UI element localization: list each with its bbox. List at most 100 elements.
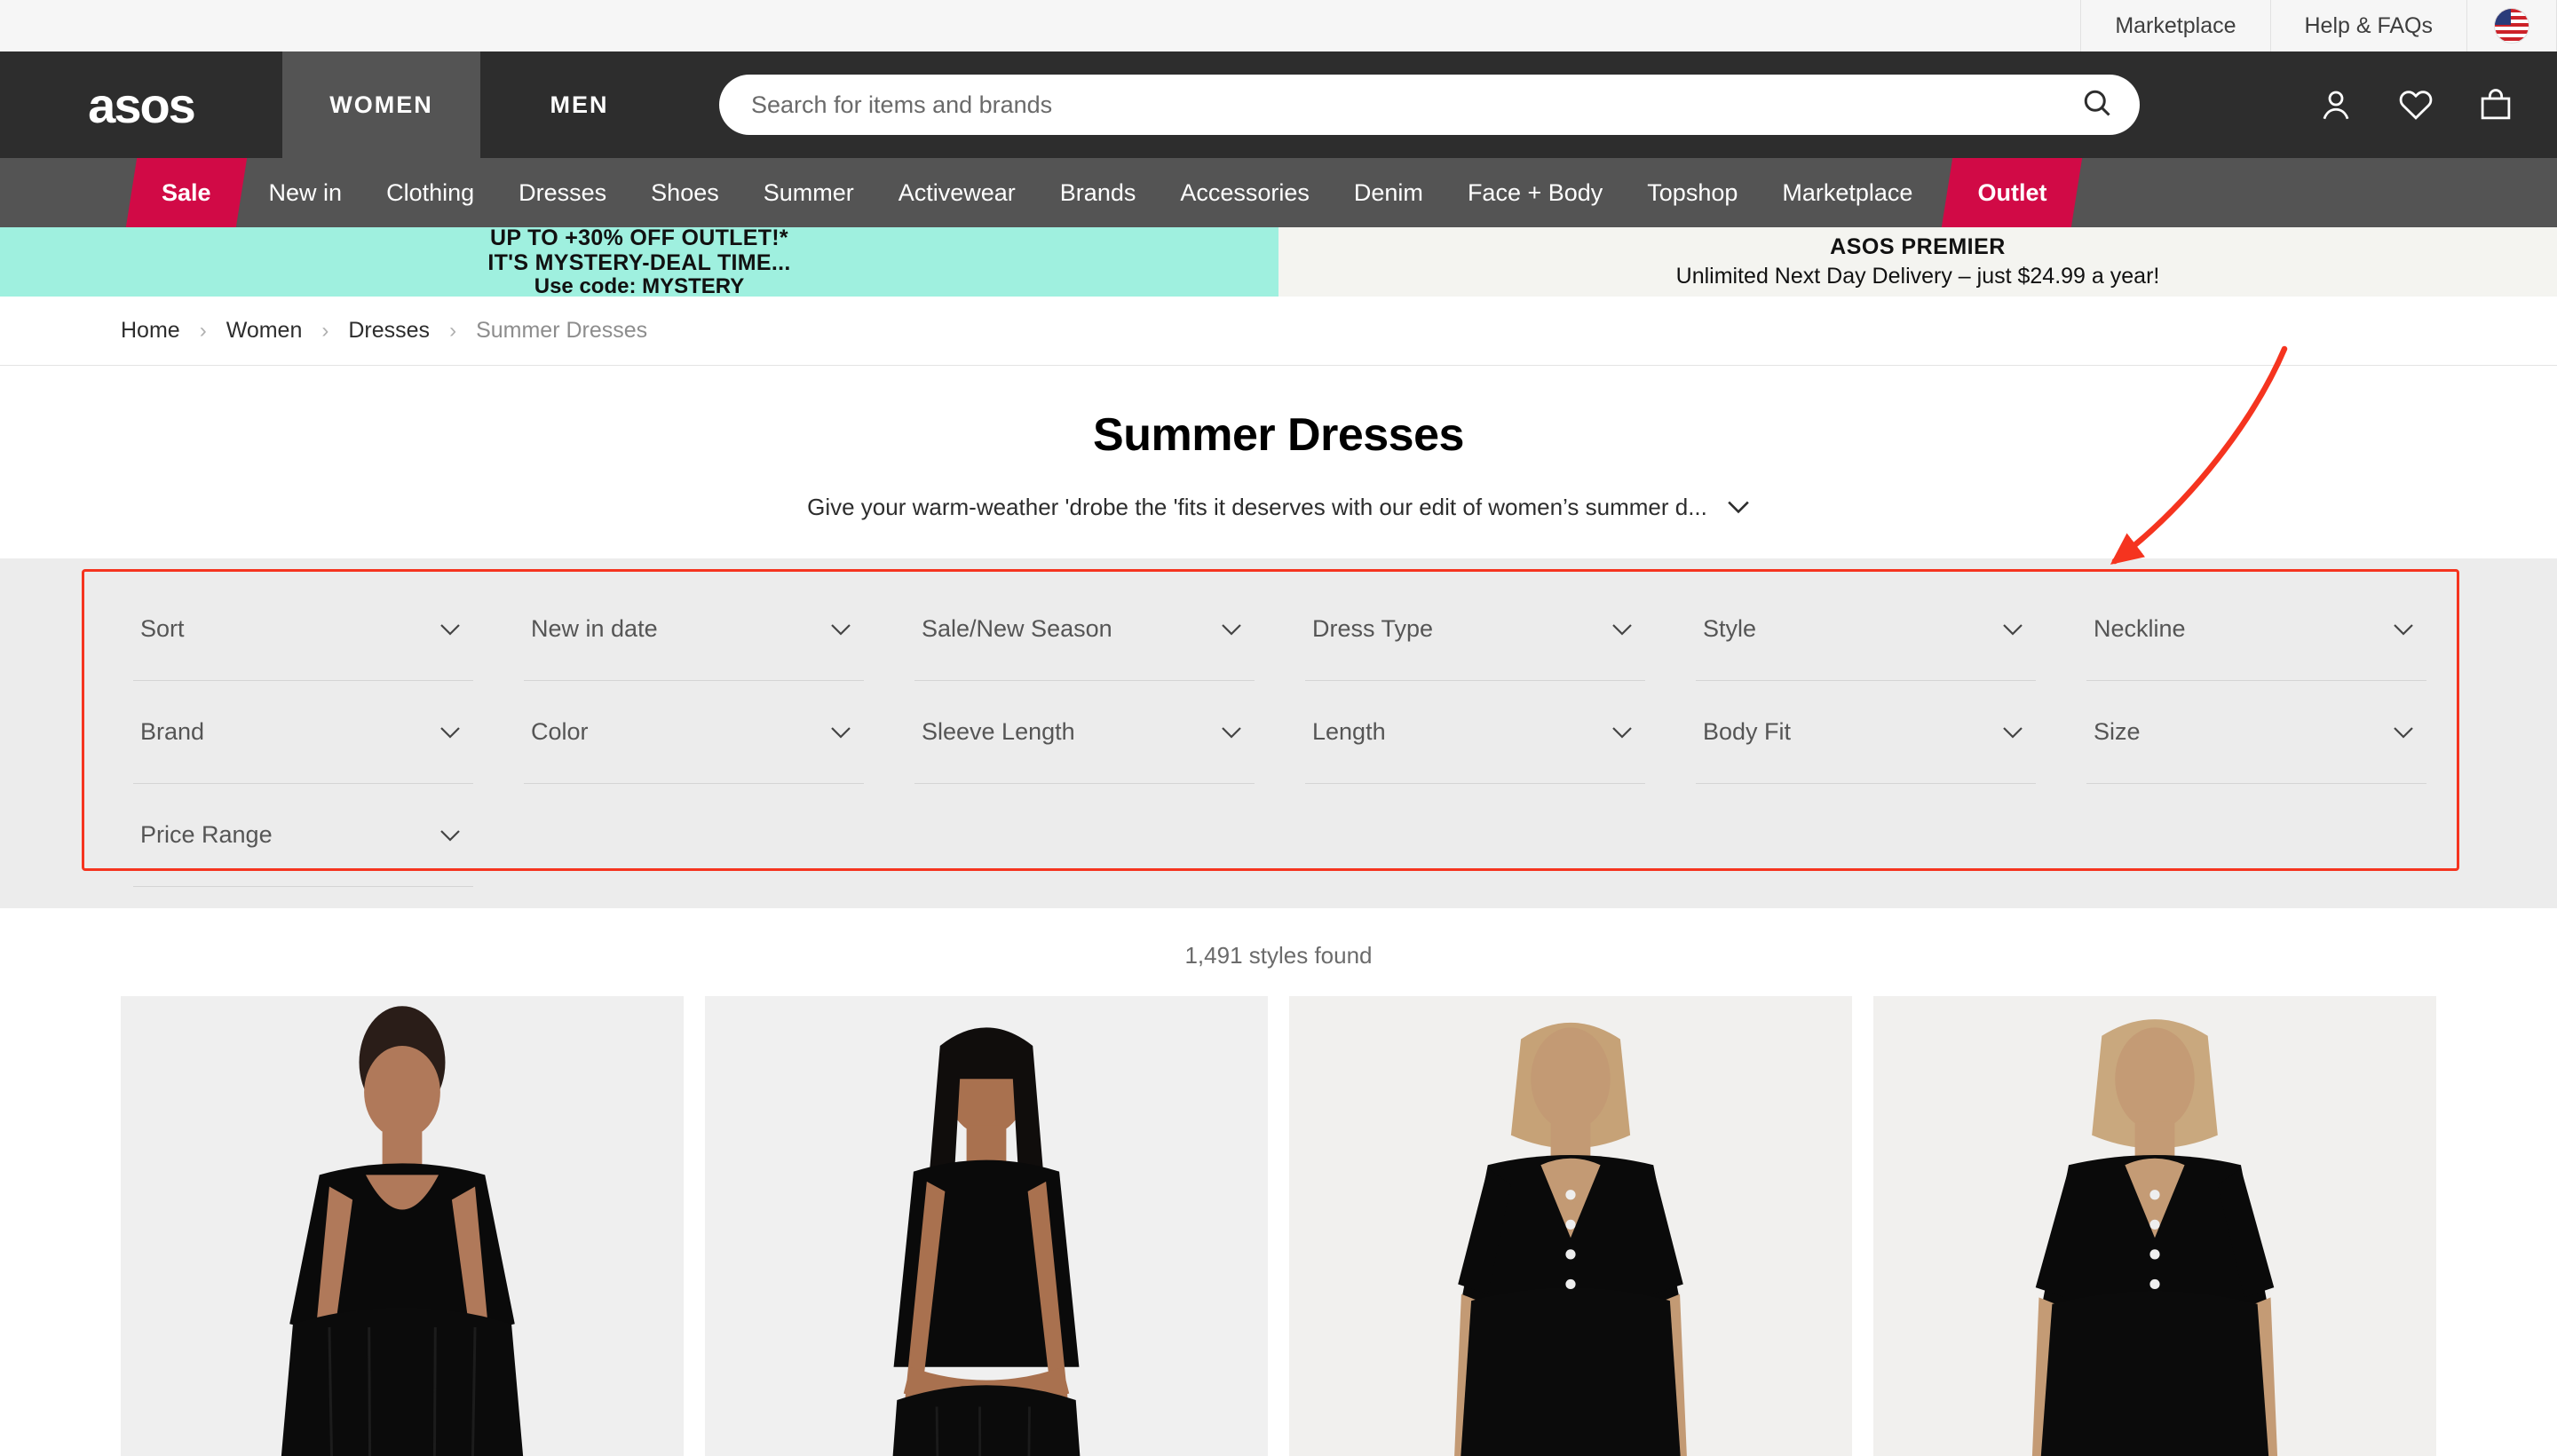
- breadcrumb-item-home[interactable]: Home: [121, 318, 180, 344]
- breadcrumb-item-summer-dresses: Summer Dresses: [476, 318, 648, 343]
- nav-item-sale-label: Sale: [162, 178, 211, 206]
- filters-region: Sort New in date Sale/New Season Dress T…: [0, 558, 2557, 908]
- chevron-down-icon[interactable]: [1727, 496, 1750, 519]
- filter-sleeve-length[interactable]: Sleeve Length: [914, 681, 1255, 784]
- nav-item-denim[interactable]: Denim: [1332, 158, 1445, 227]
- chevron-down-icon: [830, 618, 851, 641]
- filter-dress-type[interactable]: Dress Type: [1305, 578, 1645, 681]
- nav-item-activewear[interactable]: Activewear: [876, 158, 1038, 227]
- nav-item-clothing[interactable]: Clothing: [364, 158, 496, 227]
- filter-size[interactable]: Size: [2086, 681, 2426, 784]
- promo-premier-title: ASOS PREMIER: [1830, 234, 2006, 259]
- breadcrumb-item-women[interactable]: Women: [226, 318, 303, 344]
- filter-brand[interactable]: Brand: [133, 681, 473, 784]
- nav-item-dresses-label: Dresses: [519, 178, 607, 206]
- product-image-2: [705, 996, 1268, 1456]
- nav-item-face-body-label: Face + Body: [1467, 178, 1603, 206]
- breadcrumb-separator: ›: [321, 318, 329, 343]
- filter-sale-new-season[interactable]: Sale/New Season: [914, 578, 1255, 681]
- filter-length[interactable]: Length: [1305, 681, 1645, 784]
- search-area: [678, 51, 2317, 158]
- header-icons: [2317, 51, 2557, 158]
- nav-item-outlet-label: Outlet: [1977, 178, 2047, 206]
- nav-item-shoes-label: Shoes: [651, 178, 719, 206]
- promo-banner-outlet[interactable]: UP TO +30% OFF OUTLET!* IT'S MYSTERY-DEA…: [0, 225, 1278, 297]
- marketplace-link[interactable]: Marketplace: [2080, 0, 2269, 51]
- masthead: asos WOMEN MEN: [0, 51, 2557, 158]
- promo-outlet-line2: IT'S MYSTERY-DEAL TIME...: [487, 249, 791, 275]
- product-image-1: [121, 996, 684, 1456]
- product-card-1[interactable]: [121, 996, 684, 1456]
- nav-item-accessories[interactable]: Accessories: [1158, 158, 1332, 227]
- nav-item-dresses[interactable]: Dresses: [496, 158, 629, 227]
- product-card-3[interactable]: [1289, 996, 1852, 1456]
- heart-icon[interactable]: [2397, 86, 2434, 123]
- page-title: Summer Dresses: [1093, 409, 1464, 461]
- filter-style[interactable]: Style: [1696, 578, 2036, 681]
- nav-item-shoes[interactable]: Shoes: [629, 158, 741, 227]
- filter-style-label: Style: [1703, 615, 1757, 642]
- chevron-down-icon: [439, 721, 461, 744]
- chevron-down-icon: [439, 618, 461, 641]
- filter-neckline-label: Neckline: [2094, 615, 2186, 642]
- search-box[interactable]: [719, 75, 2140, 135]
- filter-size-label: Size: [2094, 718, 2141, 745]
- breadcrumb-item-dresses[interactable]: Dresses: [348, 318, 430, 344]
- page-description-toggle[interactable]: Give your warm-weather 'drobe the 'fits …: [807, 494, 1750, 521]
- account-icon[interactable]: [2317, 86, 2355, 123]
- asos-logo[interactable]: asos: [0, 51, 282, 158]
- chevron-down-icon: [1611, 618, 1633, 641]
- gender-tab-women-label: WOMEN: [329, 91, 433, 118]
- nav-item-topshop[interactable]: Topshop: [1625, 158, 1760, 227]
- promo-banner-row: UP TO +30% OFF OUTLET!* IT'S MYSTERY-DEA…: [0, 225, 2557, 297]
- product-card-4[interactable]: [1873, 996, 2436, 1456]
- filter-brand-label: Brand: [140, 718, 205, 745]
- nav-item-sale[interactable]: Sale: [131, 158, 241, 227]
- nav-item-marketplace[interactable]: Marketplace: [1760, 158, 1935, 227]
- chevron-down-icon: [1221, 618, 1242, 641]
- filter-length-label: Length: [1312, 718, 1386, 745]
- product-card-2[interactable]: [705, 996, 1268, 1456]
- search-icon[interactable]: [2081, 87, 2113, 123]
- promo-outlet-line1: UP TO +30% OFF OUTLET!*: [490, 225, 788, 250]
- product-image-4: [1873, 996, 2436, 1456]
- nav-item-face-body[interactable]: Face + Body: [1445, 158, 1625, 227]
- country-selector[interactable]: [2466, 0, 2557, 51]
- gender-tab-women[interactable]: WOMEN: [282, 51, 480, 158]
- chevron-down-icon: [830, 721, 851, 744]
- bag-icon[interactable]: [2477, 86, 2514, 123]
- product-image-3: [1289, 996, 1852, 1456]
- help-faqs-link-label: Help & FAQs: [2304, 12, 2434, 38]
- search-input[interactable]: [751, 91, 2081, 119]
- filter-color[interactable]: Color: [524, 681, 864, 784]
- gender-tab-men[interactable]: MEN: [480, 51, 678, 158]
- breadcrumb-separator: ›: [449, 318, 457, 343]
- breadcrumb: Home › Women › Dresses › Summer Dresses: [0, 297, 2557, 366]
- nav-item-brands[interactable]: Brands: [1038, 158, 1159, 227]
- nav-item-accessories-label: Accessories: [1180, 178, 1310, 206]
- us-flag-icon: [2494, 8, 2529, 44]
- utility-bar: Marketplace Help & FAQs: [0, 0, 2557, 51]
- filter-new-in-date[interactable]: New in date: [524, 578, 864, 681]
- nav-item-activewear-label: Activewear: [898, 178, 1016, 206]
- filter-price-range[interactable]: Price Range: [133, 784, 473, 887]
- filter-body-fit[interactable]: Body Fit: [1696, 681, 2036, 784]
- chevron-down-icon: [439, 824, 461, 847]
- filter-sleeve-length-label: Sleeve Length: [922, 718, 1075, 745]
- nav-item-summer[interactable]: Summer: [741, 158, 876, 227]
- filter-sort[interactable]: Sort: [133, 578, 473, 681]
- nav-item-marketplace-label: Marketplace: [1782, 178, 1913, 206]
- nav-item-topshop-label: Topshop: [1647, 178, 1738, 206]
- nav-item-new-in[interactable]: New in: [247, 158, 365, 227]
- page-description-text: Give your warm-weather 'drobe the 'fits …: [807, 494, 1707, 520]
- filter-neckline[interactable]: Neckline: [2086, 578, 2426, 681]
- page-header: Summer Dresses Give your warm-weather 'd…: [0, 366, 2557, 558]
- nav-item-outlet[interactable]: Outlet: [1947, 158, 2077, 227]
- nav-item-clothing-label: Clothing: [386, 178, 475, 206]
- promo-banner-premier[interactable]: ASOS PREMIER Unlimited Next Day Delivery…: [1278, 227, 2557, 297]
- filter-grid: Sort New in date Sale/New Season Dress T…: [0, 578, 2557, 887]
- asos-logo-text: asos: [88, 76, 196, 133]
- breadcrumb-separator: ›: [199, 318, 207, 343]
- primary-nav: Sale New in Clothing Dresses Shoes Summe…: [0, 158, 2557, 227]
- help-faqs-link[interactable]: Help & FAQs: [2269, 0, 2467, 51]
